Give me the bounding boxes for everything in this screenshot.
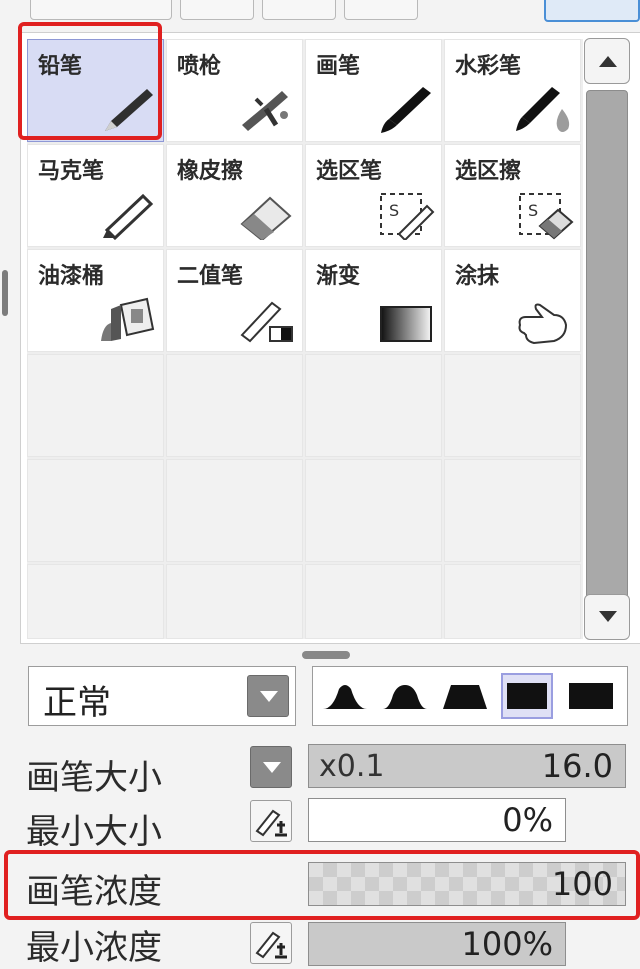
brush-shape-option[interactable] [319, 673, 371, 719]
tool-eraser[interactable]: 橡皮擦 [166, 144, 303, 247]
brush-shape-option[interactable] [565, 673, 617, 719]
tool-slot-empty [444, 459, 581, 562]
tool-label: 涂抹 [455, 264, 500, 289]
blend-mode-value: 正常 [43, 683, 111, 723]
selection-eraser-icon: S [519, 193, 574, 240]
shape-soft-icon [383, 685, 427, 709]
top-tab-button[interactable] [30, 0, 172, 20]
top-active-button[interactable] [544, 0, 640, 22]
tool-slot-empty [27, 459, 164, 562]
arrow-up-icon [599, 56, 617, 67]
scroll-up-button[interactable] [584, 38, 630, 84]
min-size-value: 0% [502, 801, 553, 839]
tool-smudge[interactable]: 涂抹 [444, 249, 581, 352]
brush-shape-option[interactable] [439, 673, 491, 719]
min-size-label: 最小大小 [26, 812, 162, 852]
brush-shape-option[interactable] [379, 673, 431, 719]
shape-square-icon [507, 683, 547, 709]
pressure-toggle-button[interactable] [250, 800, 292, 842]
shape-flat-icon [569, 683, 613, 709]
highlight-box-density [4, 850, 640, 920]
tool-slot-empty [27, 354, 164, 457]
brush-shape-selector [312, 666, 628, 726]
pen-pressure-icon [255, 931, 287, 959]
tool-marker[interactable]: 马克笔 [27, 144, 164, 247]
eraser-icon [240, 196, 292, 240]
panel-splitter[interactable] [302, 651, 350, 659]
tool-gradient[interactable]: 渐变 [305, 249, 442, 352]
tool-label: 渐变 [316, 264, 361, 289]
shape-trapezoid-icon [443, 685, 487, 709]
tool-label: 橡皮擦 [177, 159, 244, 184]
chevron-down-icon[interactable] [247, 675, 289, 717]
tool-slot-empty [166, 459, 303, 562]
tool-slot-empty [305, 459, 442, 562]
scrollbar-thumb[interactable] [586, 90, 628, 600]
tool-slot-empty [444, 354, 581, 457]
tool-label: 水彩笔 [455, 54, 522, 79]
smudge-hand-icon [518, 303, 568, 345]
top-tab-button[interactable] [344, 0, 418, 20]
tool-label: 选区擦 [455, 159, 522, 184]
shape-round-icon [323, 685, 367, 709]
tool-label: 二值笔 [177, 264, 244, 289]
blend-mode-dropdown[interactable]: 正常 [28, 666, 296, 726]
arrow-down-icon [599, 611, 617, 622]
pen-pressure-icon [255, 809, 287, 837]
tool-slot-empty [166, 354, 303, 457]
top-tab-button[interactable] [180, 0, 254, 20]
tool-label: 画笔 [316, 54, 361, 79]
tool-airbrush[interactable]: 喷枪 [166, 39, 303, 142]
tool-slot-empty [444, 564, 581, 639]
tool-paint-bucket[interactable]: 油漆桶 [27, 249, 164, 352]
tool-slot-empty [166, 564, 303, 639]
tool-label: 选区笔 [316, 159, 383, 184]
min-density-slider[interactable]: 100% [308, 922, 566, 966]
watercolor-brush-icon [516, 87, 570, 132]
brush-icon [381, 87, 431, 133]
brush-size-label: 画笔大小 [26, 758, 162, 798]
tool-watercolor[interactable]: 水彩笔 [444, 39, 581, 142]
gradient-icon [380, 306, 432, 342]
svg-text:S: S [389, 201, 399, 220]
tool-slot-empty [27, 564, 164, 639]
tool-selection-pen[interactable]: 选区笔 S [305, 144, 442, 247]
airbrush-icon [242, 91, 288, 131]
min-density-label: 最小浓度 [26, 928, 162, 968]
marker-icon [103, 193, 154, 240]
tool-selection-eraser[interactable]: 选区擦 S [444, 144, 581, 247]
top-toolbar-strip [0, 0, 640, 22]
binary-pen-icon [240, 301, 293, 343]
scroll-down-button[interactable] [584, 594, 630, 640]
tool-binary-pen[interactable]: 二值笔 [166, 249, 303, 352]
tool-grid-scrollbar[interactable] [584, 38, 632, 640]
tool-brush[interactable]: 画笔 [305, 39, 442, 142]
top-tab-button[interactable] [262, 0, 336, 20]
brush-shape-option-selected[interactable] [501, 673, 553, 719]
highlight-box-pencil [18, 22, 162, 140]
min-density-value: 100% [461, 925, 553, 963]
brush-size-value: 16.0 [541, 747, 613, 785]
pressure-toggle-button[interactable] [250, 922, 292, 964]
brush-size-slider[interactable]: x0.1 16.0 [308, 744, 626, 788]
tool-label: 马克笔 [38, 159, 105, 184]
tool-label: 油漆桶 [38, 264, 105, 289]
min-size-slider[interactable]: 0% [308, 798, 566, 842]
selection-pen-icon: S [380, 193, 435, 240]
brush-size-dropdown-button[interactable] [250, 746, 292, 788]
panel-resize-handle[interactable] [2, 270, 8, 316]
brush-size-multiplier: x0.1 [319, 749, 385, 784]
tool-slot-empty [305, 354, 442, 457]
tool-slot-empty [305, 564, 442, 639]
tool-label: 喷枪 [177, 54, 222, 79]
svg-text:S: S [528, 201, 538, 220]
paint-bucket-icon [101, 297, 155, 341]
